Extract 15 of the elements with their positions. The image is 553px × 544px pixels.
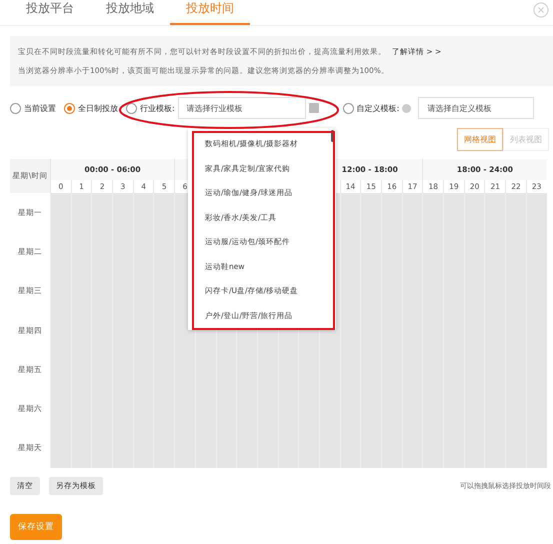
radio-button[interactable]: [10, 102, 21, 114]
radio-button[interactable]: [64, 102, 75, 114]
radio-button[interactable]: [342, 102, 354, 114]
radio-button[interactable]: [126, 102, 137, 114]
option-label: 行业模板:: [140, 102, 175, 114]
option-label: 当前设置: [24, 102, 56, 114]
custom-template-field[interactable]: 请选择自定义模板: [418, 97, 534, 119]
option-label: 自定义模板:: [356, 102, 400, 114]
industry-template-field[interactable]: 请选择行业模板: [178, 97, 306, 119]
help-icon[interactable]: [402, 104, 412, 112]
close-icon[interactable]: [533, 2, 549, 18]
option-label: 全日制投放: [78, 102, 118, 114]
tab[interactable]: 投放平台: [10, 0, 90, 25]
picker-icon[interactable]: [308, 103, 319, 113]
tab[interactable]: 投放地域: [90, 0, 170, 25]
